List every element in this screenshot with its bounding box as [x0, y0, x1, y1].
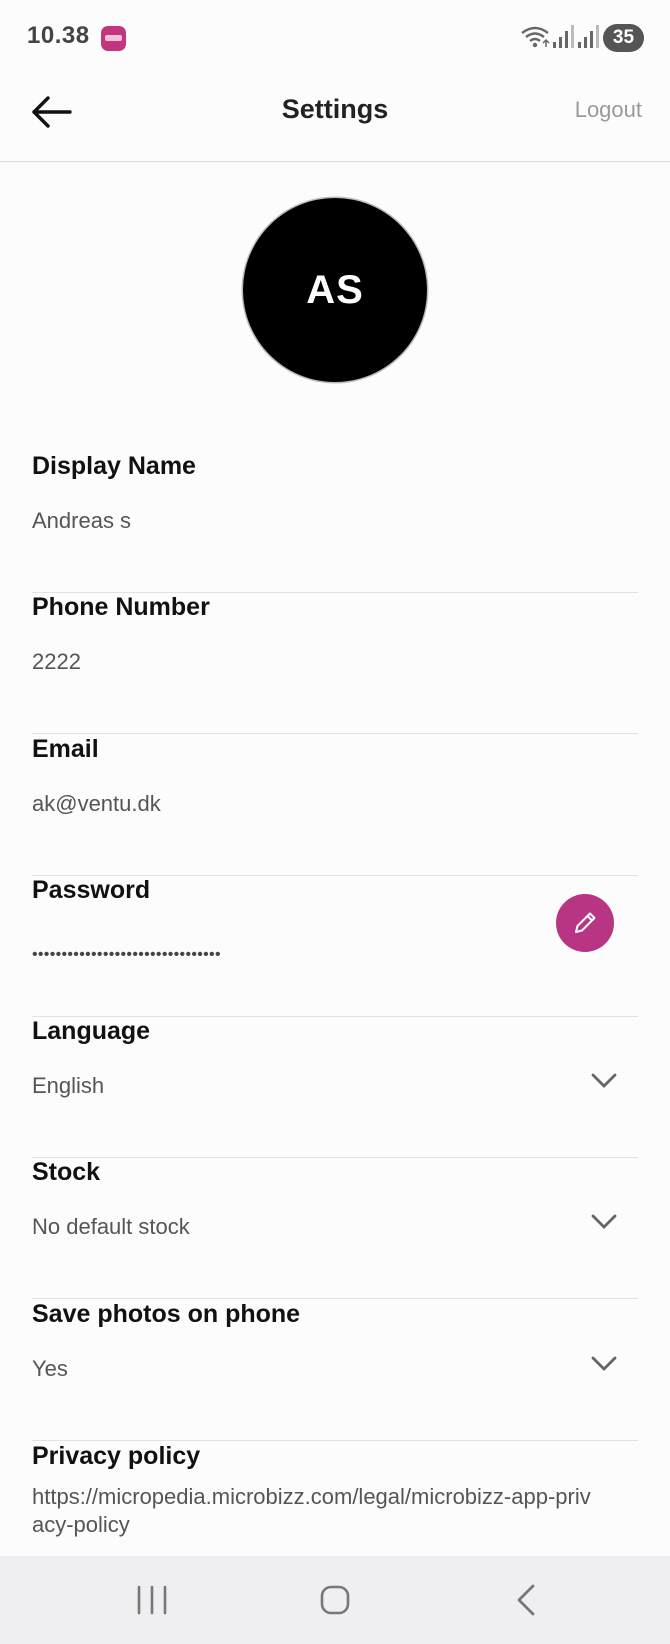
- language-value: English: [32, 1073, 105, 1098]
- app-icon: [101, 26, 126, 51]
- wifi-icon: [521, 26, 550, 48]
- password-field: Password •••••••••••••••••••••••••••••••…: [32, 876, 638, 1017]
- recent-apps-icon[interactable]: [130, 1578, 174, 1622]
- status-time: 10.38: [27, 22, 90, 49]
- privacy-label: Privacy policy: [32, 1442, 201, 1470]
- language-label: Language: [32, 1017, 151, 1045]
- email-field[interactable]: Email ak@ventu.dk: [32, 735, 638, 876]
- phone-number-label: Phone Number: [32, 593, 210, 621]
- stock-value: No default stock: [32, 1214, 190, 1239]
- signal-icon: [553, 25, 574, 48]
- header: Settings Logout: [0, 76, 670, 162]
- chevron-down-icon: [591, 1214, 617, 1229]
- save-photos-value: Yes: [32, 1356, 68, 1381]
- privacy-section: Privacy policy https://micropedia.microb…: [32, 1442, 638, 1539]
- pencil-icon: [575, 912, 596, 933]
- email-label: Email: [32, 735, 99, 763]
- battery-icon: 35: [603, 24, 644, 52]
- status-bar: 10.38 35: [0, 0, 670, 76]
- phone-number-value: 2222: [32, 649, 81, 674]
- email-value: ak@ventu.dk: [32, 791, 161, 816]
- privacy-policy-link[interactable]: https://micropedia.microbizz.com/legal/m…: [32, 1483, 592, 1539]
- avatar[interactable]: AS: [243, 198, 427, 382]
- back-icon[interactable]: [505, 1578, 549, 1622]
- avatar-initials: AS: [306, 267, 364, 312]
- stock-label: Stock: [32, 1158, 101, 1186]
- save-photos-select[interactable]: Save photos on phone Yes: [32, 1300, 638, 1441]
- edit-password-button[interactable]: [556, 894, 614, 952]
- stock-select[interactable]: Stock No default stock: [32, 1158, 638, 1299]
- page-title: Settings: [281, 94, 389, 124]
- chevron-down-icon: [591, 1356, 617, 1371]
- chevron-down-icon: [591, 1073, 617, 1088]
- display-name-label: Display Name: [32, 452, 196, 480]
- home-icon[interactable]: [313, 1578, 357, 1622]
- language-select[interactable]: Language English: [32, 1017, 638, 1158]
- system-nav-bar: [0, 1556, 670, 1644]
- password-value: ••••••••••••••••••••••••••••••••: [32, 946, 221, 963]
- display-name-field[interactable]: Display Name Andreas s: [32, 452, 638, 593]
- signal-icon: [578, 25, 599, 48]
- save-photos-label: Save photos on phone: [32, 1300, 301, 1328]
- phone-number-field[interactable]: Phone Number 2222: [32, 593, 638, 734]
- password-label: Password: [32, 876, 151, 904]
- logout-button[interactable]: Logout: [575, 97, 642, 123]
- display-name-value: Andreas s: [32, 508, 132, 533]
